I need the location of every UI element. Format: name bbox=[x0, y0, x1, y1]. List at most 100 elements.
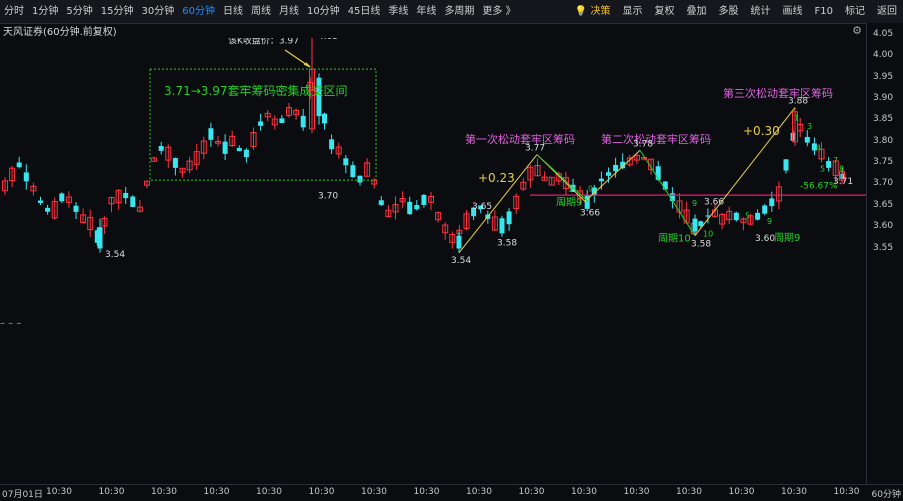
toolbar-button[interactable]: F10 bbox=[809, 0, 839, 23]
sequence-number: 7 bbox=[833, 156, 838, 165]
gain-label: +0.30 bbox=[743, 124, 780, 138]
candle-body bbox=[158, 146, 164, 151]
toolbar-button[interactable]: 标记 bbox=[839, 0, 871, 23]
candle-body bbox=[755, 212, 761, 220]
candle-body bbox=[222, 141, 228, 154]
period-tab[interactable]: 10分钟 bbox=[303, 0, 344, 23]
price-label: 3.88 bbox=[788, 97, 808, 107]
period-tab[interactable]: 年线 bbox=[412, 0, 440, 23]
gear-icon[interactable]: ⚙ bbox=[852, 23, 862, 38]
period-tab[interactable]: 5分钟 bbox=[62, 0, 96, 23]
cycle-label: 周期9 bbox=[774, 232, 800, 244]
low-price-label: 3.54 bbox=[105, 250, 125, 260]
period-tab[interactable]: 日线 bbox=[219, 0, 247, 23]
x-tick-label: 10:30 bbox=[361, 487, 387, 497]
candle-body bbox=[499, 218, 505, 234]
period-tab[interactable]: 30分钟 bbox=[137, 0, 178, 23]
x-tick-label: 10:30 bbox=[781, 487, 807, 497]
candle-body bbox=[59, 193, 65, 202]
sequence-number: 5 bbox=[745, 212, 750, 221]
candle-body bbox=[733, 212, 739, 221]
period-tab[interactable]: 周线 bbox=[247, 0, 275, 23]
third-release-title: 第三次松动套牢区筹码 bbox=[723, 86, 833, 100]
period-tab[interactable]: 更多 》 bbox=[478, 0, 519, 23]
sequence-number: 4 bbox=[816, 143, 821, 152]
sequence-number: 1 bbox=[794, 113, 799, 122]
candle-body bbox=[45, 207, 51, 212]
candle-body bbox=[783, 159, 789, 171]
sequence-number: 9 bbox=[767, 217, 772, 226]
candle-body bbox=[38, 200, 43, 203]
price-label: 3.58 bbox=[691, 240, 711, 250]
toolbar-button[interactable]: 叠加 bbox=[681, 0, 713, 23]
price-label: 3.60 bbox=[755, 234, 775, 244]
period-tab[interactable]: 45日线 bbox=[344, 0, 385, 23]
y-tick-label: 3.60 bbox=[873, 221, 894, 232]
y-tick-label: 3.75 bbox=[873, 157, 894, 168]
candle-body bbox=[16, 162, 22, 168]
chip-zone-label: 3.71→3.97套牢筹码密集成交区间 bbox=[164, 83, 348, 98]
candle-body bbox=[329, 139, 335, 150]
toolbar-button[interactable]: 返回 bbox=[871, 0, 903, 23]
note-arrow bbox=[284, 49, 311, 68]
period-tab[interactable]: 季线 bbox=[384, 0, 412, 23]
price-label: 3.70 bbox=[318, 191, 338, 201]
candle-body bbox=[804, 136, 810, 143]
sequence-number: 3 bbox=[807, 122, 812, 131]
sequence-number: 9 bbox=[588, 185, 593, 194]
candle-body bbox=[606, 172, 611, 176]
y-tick-label: 3.90 bbox=[873, 93, 894, 104]
toolbar-button[interactable]: 统计 bbox=[745, 0, 777, 23]
toolbar-button[interactable]: 多股 bbox=[713, 0, 745, 23]
period-tab[interactable]: 分时 bbox=[0, 0, 28, 23]
candle-body bbox=[414, 205, 420, 210]
candle-body bbox=[130, 196, 136, 207]
y-tick-label: 4.00 bbox=[873, 50, 894, 61]
candle-body bbox=[407, 201, 413, 215]
candlestick-chart[interactable]: 3.71→3.97套牢筹码密集成交区间 该K收盘价：3.97 4.05 3.54 3.7… bbox=[0, 38, 866, 484]
period-tab[interactable]: 多周期 bbox=[440, 0, 478, 23]
x-tick-label: 10:30 bbox=[308, 487, 335, 497]
candle-body bbox=[172, 158, 178, 168]
candle-body bbox=[300, 115, 306, 128]
decision-button[interactable]: 💡 决策 bbox=[569, 0, 617, 23]
chart-titlebar: 天风证券(60分钟.前复权) ⚙ bbox=[0, 23, 866, 38]
dash-marker: – – – bbox=[0, 318, 22, 329]
period-tab[interactable]: 月线 bbox=[275, 0, 303, 23]
candle-body bbox=[208, 128, 214, 140]
candle-body bbox=[506, 211, 512, 225]
gain-label: +0.23 bbox=[478, 171, 515, 185]
toolbar-button[interactable]: 显示 bbox=[617, 0, 649, 23]
toolbar-right: 💡 决策 显示 复权 叠加 多股 统计 画线 F10 标记 返回 bbox=[569, 0, 903, 23]
candle-body bbox=[598, 178, 604, 182]
period-tab[interactable]: 15分钟 bbox=[97, 0, 138, 23]
candle-body bbox=[343, 158, 349, 166]
x-start-label: 07月01日 bbox=[2, 490, 43, 500]
toolbar-button[interactable]: 复权 bbox=[649, 0, 681, 23]
cycle-label: 周期10 bbox=[658, 233, 691, 245]
x-tick-label: 10:30 bbox=[833, 487, 860, 497]
x-tick-label: 10:30 bbox=[676, 487, 702, 497]
high-price-label: 4.05 bbox=[318, 38, 338, 42]
candle-body bbox=[662, 181, 668, 190]
period-tab[interactable]: 1分钟 bbox=[28, 0, 62, 23]
candle-body bbox=[258, 121, 264, 126]
candle-body bbox=[826, 161, 832, 168]
period-toolbar: 分时 1分钟 5分钟 15分钟 30分钟 60分钟 日线 周线 月线 10分钟 45日线 季线 年线 多周… bbox=[0, 0, 903, 24]
price-label: 3.58 bbox=[497, 239, 517, 249]
price-label: 3.66 bbox=[704, 198, 724, 208]
x-tick-label: 10:30 bbox=[256, 487, 282, 497]
y-tick-label: 3.55 bbox=[873, 242, 894, 253]
x-period-label: 60分钟 bbox=[871, 490, 901, 500]
y-tick-label: 3.80 bbox=[873, 135, 894, 146]
toolbar-button[interactable]: 画线 bbox=[777, 0, 809, 23]
candle-body bbox=[279, 118, 285, 124]
x-tick-label: 10:30 bbox=[571, 487, 597, 497]
candle-body bbox=[23, 172, 29, 182]
candle-body bbox=[421, 194, 427, 205]
x-tick-label: 10:30 bbox=[46, 487, 72, 497]
candle-body bbox=[123, 192, 129, 199]
candle-body bbox=[73, 205, 79, 212]
second-release-title: 第二次松动套牢区筹码 bbox=[601, 132, 711, 146]
period-tab[interactable]: 60分钟 bbox=[178, 0, 219, 23]
